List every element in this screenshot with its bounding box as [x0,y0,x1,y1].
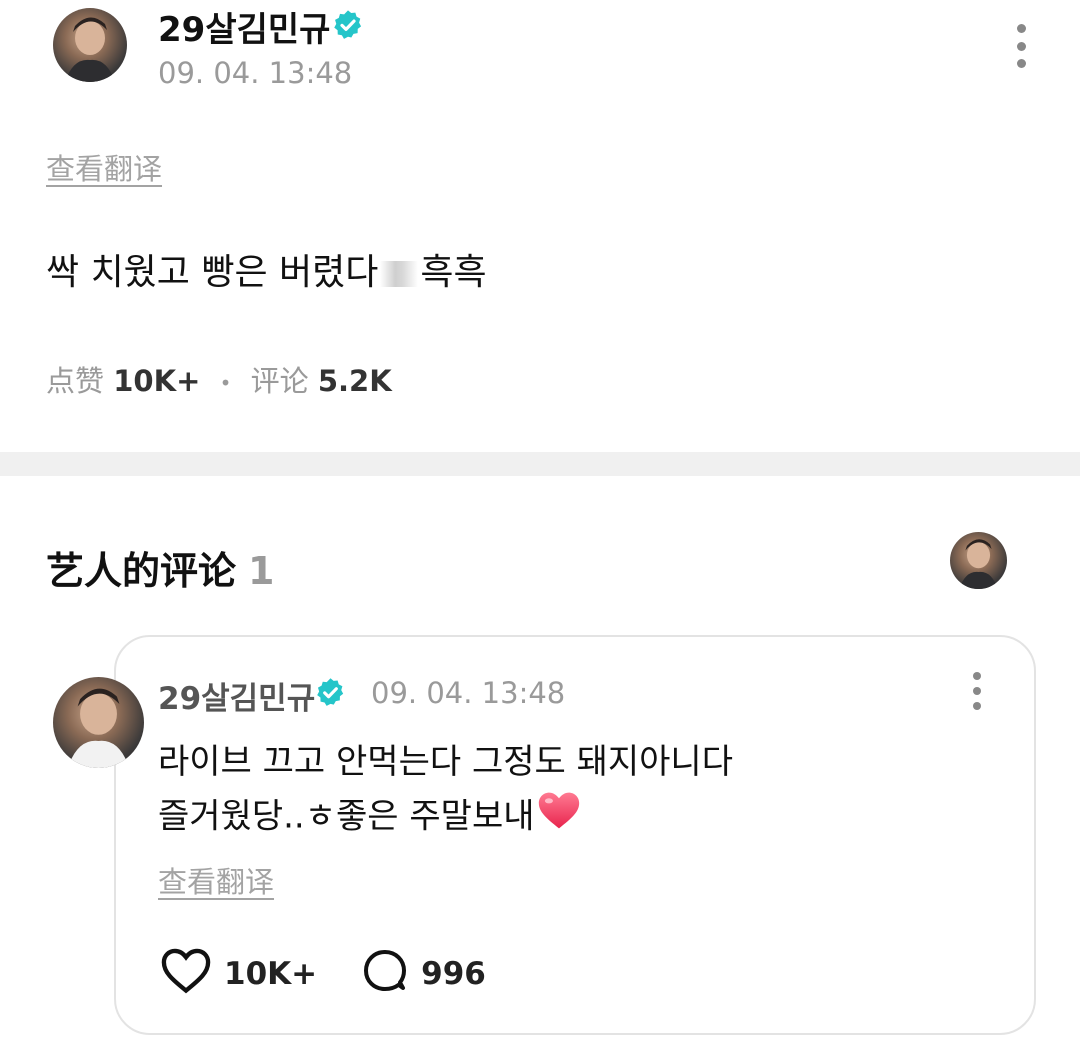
view-translation-link[interactable]: 查看翻译 [46,146,162,188]
comment-author-name[interactable]: 29살김민규 [158,673,315,718]
post-timestamp: 09. 04. 13:48 [158,56,353,90]
post-text-main: 싹 치웠고 빵은 버렸다 [46,252,379,293]
comments-count: 5.2K [317,364,392,398]
artist-avatar-small[interactable] [950,532,1007,589]
reply-button[interactable]: 996 [361,947,486,1001]
section-divider [0,452,1080,476]
comment-text-line1: 라이브 끄고 안먹는다 그정도 돼지아니다 [158,742,733,782]
post-text: 싹 치웠고 빵은 버렸다 흑흑 [46,243,487,295]
comment-timestamp: 09. 04. 13:48 [371,676,566,710]
blurred-area [380,261,419,287]
likes-label: 点赞 [46,364,105,398]
artist-comments-count: 1 [248,549,275,593]
post-text-end: 흑흑 [420,252,487,293]
avatar-image [959,539,998,589]
comment-bubble-icon [361,947,409,1001]
comment-text-line2: 즐거웠당..ㅎ좋은 주말보내 [158,796,535,837]
avatar-image [65,17,115,82]
avatar-image [67,688,130,768]
author-name[interactable]: 29살김민규 [158,2,330,51]
author-avatar[interactable] [53,8,127,82]
post-stats: 点赞 10K+ • 评论 5.2K [46,358,392,400]
comment-text: 라이브 끄고 안먹는다 그정도 돼지아니다 즐거웠당..ㅎ좋은 주말보내 [158,735,733,847]
comment-more-options-icon[interactable] [970,672,984,710]
heart-icon [160,946,212,1002]
comment-actions: 10K+ 996 [160,946,486,1002]
comment-view-translation-link[interactable]: 查看翻译 [158,859,274,901]
reply-count: 996 [421,956,486,992]
comment-text-line2-wrap: 즐거웠당..ㅎ좋은 주말보내 [158,789,733,847]
comments-label: 评论 [250,364,309,398]
artist-comments-header: 艺人的评论 1 [46,540,274,595]
verified-badge-icon [317,678,344,706]
like-count: 10K+ [224,956,318,992]
like-button[interactable]: 10K+ [160,946,317,1002]
separator-dot: • [219,371,232,395]
verified-badge-icon [334,10,362,39]
artist-comments-title: 艺人的评论 [46,549,237,593]
red-heart-emoji-icon [537,789,581,847]
post: 29살김민규 09. 04. 13:48 查看翻译 싹 치웠고 빵은 버렸다 흑흑… [0,0,1080,452]
likes-count: 10K+ [113,364,201,398]
more-options-icon[interactable] [1013,24,1029,68]
comment-author-avatar[interactable] [53,677,144,768]
